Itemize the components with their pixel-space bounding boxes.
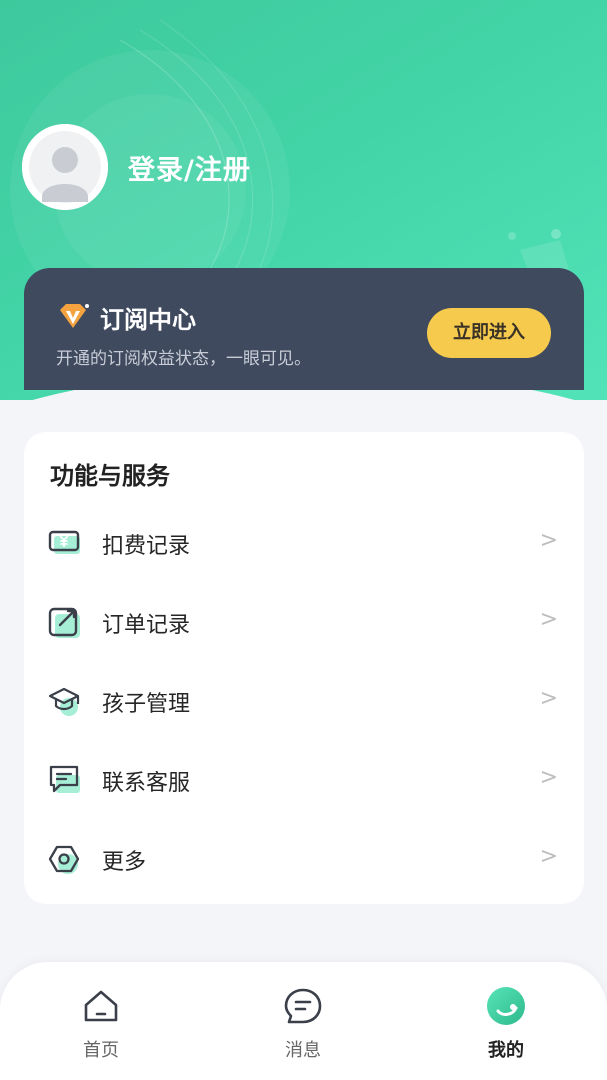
yen-ticket-icon <box>48 530 80 554</box>
list-item-child-management[interactable]: 孩子管理 > <box>24 670 584 730</box>
avatar[interactable] <box>22 124 108 210</box>
chevron-right-icon: > <box>539 686 558 711</box>
home-icon <box>84 990 118 1022</box>
enter-now-button[interactable]: 立即进入 <box>427 308 551 358</box>
bottom-nav: 首页 消息 我的 <box>0 962 607 1080</box>
subscription-description: 开通的订阅权益状态，一眼可见。 <box>56 349 311 369</box>
list-item-label: 孩子管理 <box>102 692 191 717</box>
chevron-right-icon: > <box>539 844 558 869</box>
nav-item-messages[interactable]: 消息 <box>243 986 363 1070</box>
list-item-label: 联系客服 <box>102 771 191 796</box>
subscription-title: 订阅中心 <box>100 306 196 334</box>
vip-diamond-icon <box>60 304 89 328</box>
chat-message-icon <box>49 765 80 793</box>
nav-item-home[interactable]: 首页 <box>41 986 161 1070</box>
chevron-right-icon: > <box>539 528 558 553</box>
list-item-label: 扣费记录 <box>102 534 191 559</box>
list-item-contact-service[interactable]: 联系客服 > <box>24 749 584 809</box>
list-item-more[interactable]: 更多 > <box>24 828 584 888</box>
services-title: 功能与服务 <box>50 462 170 490</box>
chevron-right-icon: > <box>539 607 558 632</box>
hexagon-settings-icon <box>48 845 80 874</box>
edit-order-icon <box>48 607 80 638</box>
user-silhouette-icon <box>22 124 108 210</box>
nav-item-profile[interactable]: 我的 <box>446 986 566 1070</box>
list-item-billing-records[interactable]: 扣费记录 > <box>24 512 584 572</box>
nav-label: 消息 <box>285 1040 321 1061</box>
graduation-cap-icon <box>48 687 80 716</box>
profile-icon <box>487 987 525 1025</box>
services-card: 功能与服务 扣费记录 > 订单记录 > 孩子管理 > 联系客服 > 更多 > <box>24 432 584 904</box>
message-icon <box>284 988 322 1024</box>
list-item-order-records[interactable]: 订单记录 > <box>24 591 584 651</box>
subscription-card[interactable]: 订阅中心 开通的订阅权益状态，一眼可见。 立即进入 <box>24 268 584 390</box>
nav-label: 首页 <box>83 1040 119 1061</box>
login-register-link[interactable]: 登录/注册 <box>128 148 251 187</box>
chevron-right-icon: > <box>539 765 558 790</box>
list-item-label: 更多 <box>102 850 147 875</box>
nav-label: 我的 <box>488 1040 524 1061</box>
list-item-label: 订单记录 <box>102 613 191 638</box>
